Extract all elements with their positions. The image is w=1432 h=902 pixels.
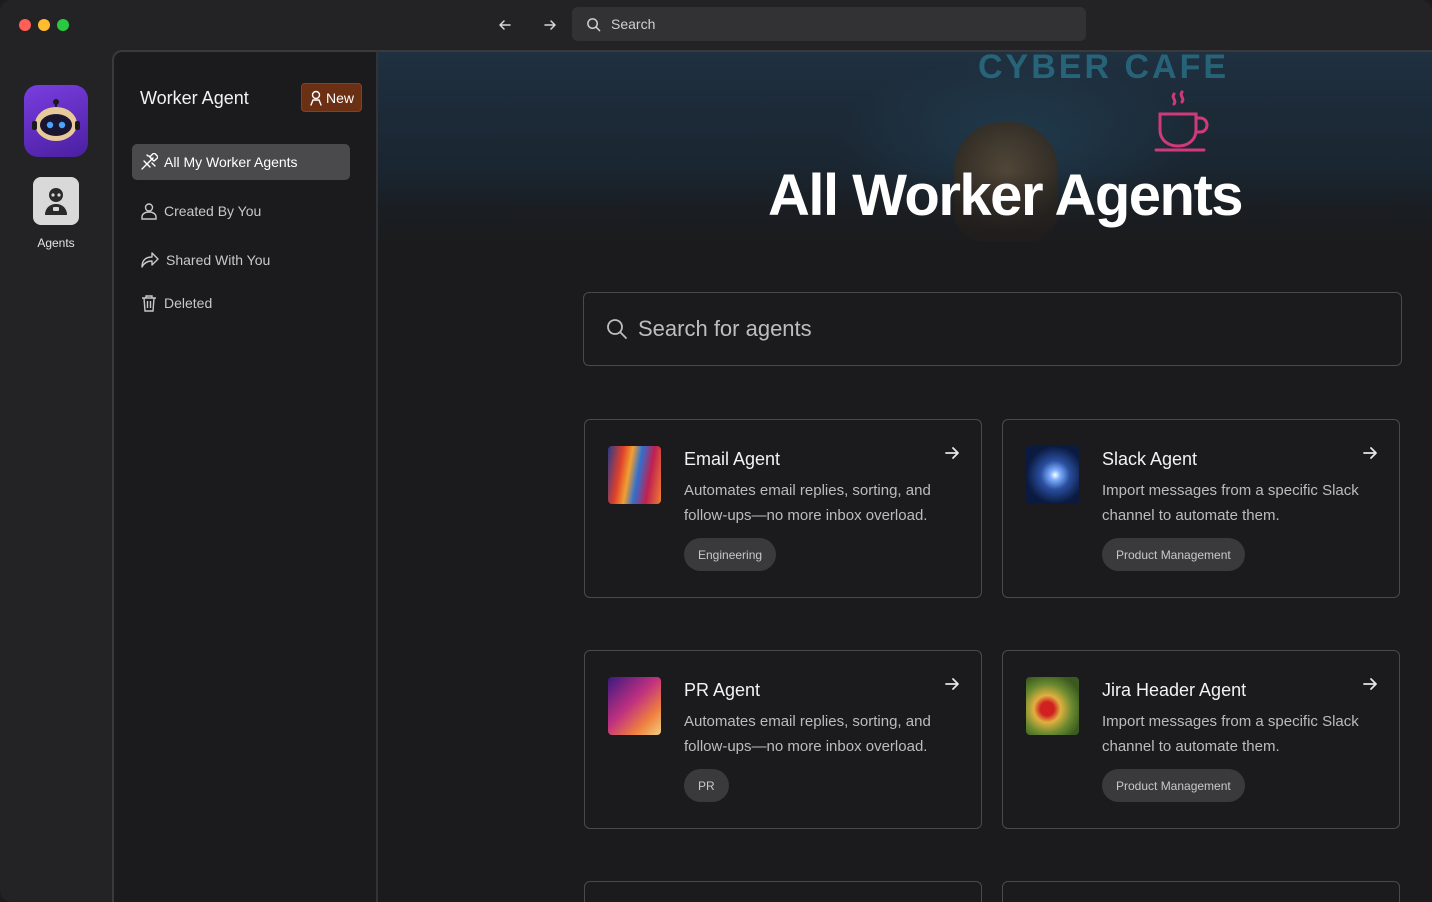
agent-card-tag: PR [684,769,729,802]
agent-card-tag: Engineering [684,538,777,571]
sidebar-item-all-my-worker-agents[interactable]: All My Worker Agents [132,144,350,180]
agent-search-input[interactable]: Search for agents [583,292,1402,366]
sidebar-item-label: Created By You [164,203,262,219]
forward-button[interactable] [537,13,563,37]
agents-nav-label: Agents [37,236,75,250]
agent-card-partial[interactable] [584,881,982,902]
arrow-right-icon [1363,447,1377,459]
app-window: Search Agents Worker Agent New All My Wo… [0,0,1432,902]
sidebar-item-shared-with-you[interactable]: Shared With You [132,242,350,278]
close-window-button[interactable] [19,19,31,31]
agent-robot-icon [45,188,67,215]
agent-card-tag: Product Management [1102,769,1245,802]
person-icon [141,203,157,220]
coffee-cup-icon [1154,90,1209,152]
main-content: CYBER CAFE All Worker Agents Search for … [378,50,1432,902]
agent-card-slack[interactable]: Slack Agent Import messages from a speci… [1002,419,1400,598]
agent-card-title: Email Agent [684,449,781,469]
agent-card-email[interactable]: Email Agent Automates email replies, sor… [584,419,982,598]
global-search-bar[interactable]: Search [572,7,1086,41]
agent-search-placeholder: Search for agents [638,316,812,341]
agent-card-description: Automates email replies, sorting, and fo… [684,713,931,755]
agent-card-description: Import messages from a specific Slack ch… [1102,482,1359,524]
robot-logo-icon [32,99,80,141]
agent-card-description: Import messages from a specific Slack ch… [1102,713,1359,755]
minimize-window-button[interactable] [38,19,50,31]
search-icon [607,319,627,339]
sidebar-item-label: Shared With You [166,252,271,268]
magic-wand-icon [141,153,158,170]
arrow-left-icon [499,20,511,30]
hero-banner: CYBER CAFE All Worker Agents [378,50,1432,262]
agent-thumbnail [608,446,661,504]
agent-card-title: PR Agent [684,680,761,700]
open-agent-button[interactable] [1360,674,1380,694]
open-agent-button[interactable] [1360,443,1380,463]
open-agent-button[interactable] [942,443,962,463]
share-arrow-icon [141,252,159,268]
page-title: All Worker Agents [768,163,1244,228]
sidebar-title: Worker Agent [140,88,249,108]
maximize-window-button[interactable] [57,19,69,31]
arrow-right-icon [945,678,959,690]
search-icon [587,17,601,31]
agent-card-title: Jira Header Agent [1102,680,1247,700]
sidebar-item-label: Deleted [164,295,213,311]
sidebar-item-label: All My Worker Agents [164,154,298,170]
new-agent-label: New [326,89,355,106]
app-logo[interactable] [24,85,88,157]
sidebar-item-created-by-you[interactable]: Created By You [132,193,350,229]
agent-card-title: Slack Agent [1102,449,1198,469]
agent-card-pr[interactable]: PR Agent Automates email replies, sortin… [584,650,982,829]
back-button[interactable] [492,13,518,37]
worker-agent-sidebar: Worker Agent New All My Worker Agents Cr… [112,50,378,902]
sidebar-item-deleted[interactable]: Deleted [132,285,350,321]
agent-card-tag: Product Management [1102,538,1245,571]
arrow-right-icon [1363,678,1377,690]
app-rail: Agents [0,50,112,902]
arrow-right-icon [945,447,959,459]
agent-thumbnail [1026,446,1079,504]
arrow-right-icon [544,20,556,30]
agent-card-jira-header[interactable]: Jira Header Agent Import messages from a… [1002,650,1400,829]
agent-card-description: Automates email replies, sorting, and fo… [684,482,931,524]
agents-nav-button[interactable] [33,177,79,225]
agent-thumbnail [1026,677,1079,735]
open-agent-button[interactable] [942,674,962,694]
title-bar: Search [0,0,1432,50]
person-badge-icon [310,90,322,106]
global-search-label: Search [611,16,656,32]
trash-icon [142,295,156,312]
hero-neon-sign: CYBER CAFE [978,50,1230,86]
new-agent-button[interactable]: New [301,83,363,112]
agent-thumbnail [608,677,661,735]
agent-card-partial[interactable] [1002,881,1400,902]
